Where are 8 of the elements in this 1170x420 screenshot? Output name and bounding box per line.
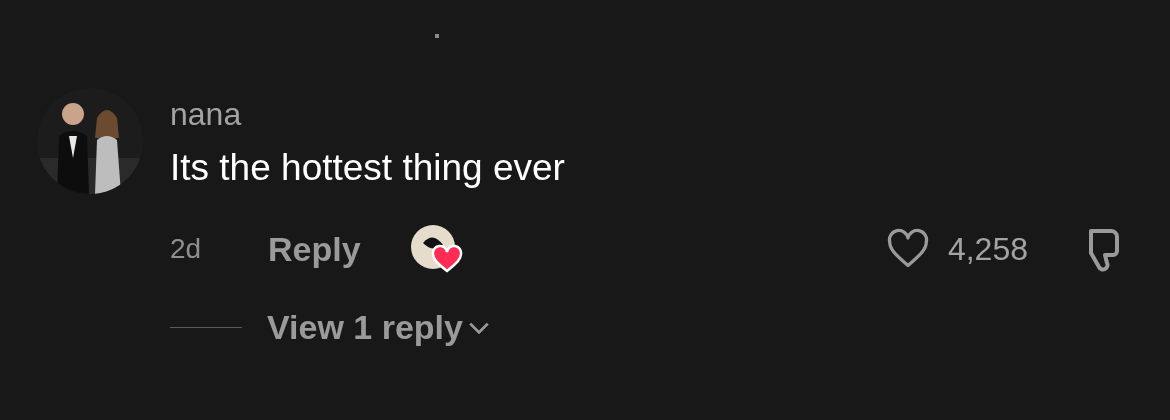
- username[interactable]: nana: [170, 96, 1126, 132]
- view-replies-button[interactable]: View 1 reply: [267, 302, 489, 353]
- like-count: 4,258: [947, 230, 1028, 269]
- chevron-down-icon: [468, 321, 489, 334]
- dot-mark: [435, 34, 439, 38]
- comment-text: Its the hottest thing ever: [170, 146, 566, 190]
- reply-button[interactable]: Reply: [268, 223, 361, 275]
- timestamp: 2d: [170, 232, 203, 266]
